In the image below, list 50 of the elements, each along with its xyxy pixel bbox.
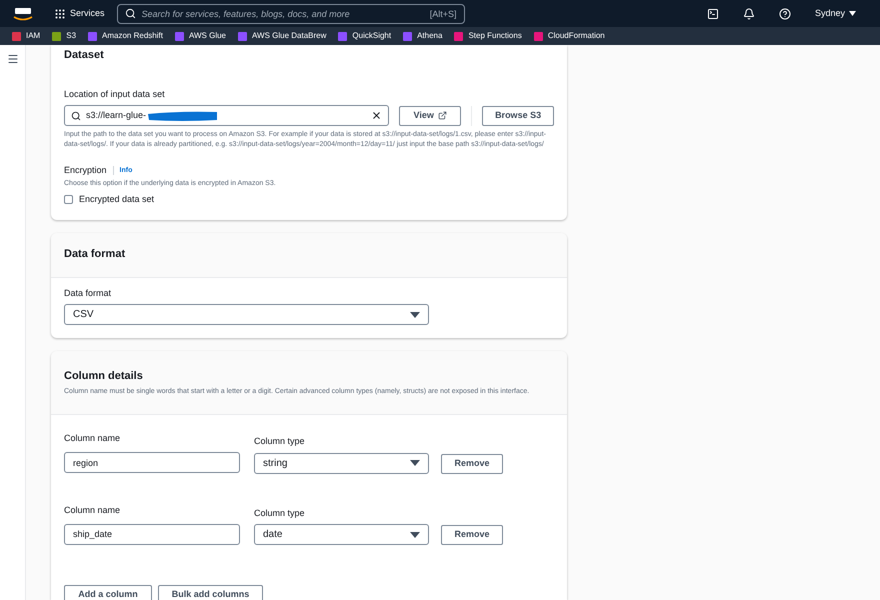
caret-icon: [410, 532, 420, 538]
column-type-select[interactable]: date: [254, 524, 429, 545]
remove-button[interactable]: Remove: [441, 525, 503, 545]
favorite-link[interactable]: QuickSight: [338, 30, 392, 42]
field-label: Encryption: [64, 164, 107, 177]
favorite-link[interactable]: Amazon Redshift: [88, 30, 163, 42]
field-label: Column name: [64, 432, 122, 445]
column-name-field[interactable]: region: [64, 452, 240, 473]
card-title: Data format: [64, 247, 126, 262]
favorite-link[interactable]: Athena: [403, 30, 442, 42]
caret-icon: [849, 11, 856, 16]
add-column-button[interactable]: Add a column: [64, 585, 152, 600]
services-menu[interactable]: Services: [54, 6, 105, 20]
remove-button[interactable]: Remove: [441, 454, 503, 474]
external-link-icon: [438, 111, 447, 120]
menu-icon[interactable]: [6, 53, 18, 65]
terminal-icon[interactable]: [706, 8, 719, 20]
favorite-link[interactable]: AWS Glue DataBrew: [238, 30, 326, 42]
field-label: Column type: [254, 506, 306, 520]
search-icon: [71, 110, 81, 120]
checkbox[interactable]: [64, 195, 73, 204]
clear-icon[interactable]: [371, 110, 382, 121]
card-title: Column details: [64, 368, 144, 384]
favorite-link[interactable]: IAM: [12, 30, 40, 42]
help-icon[interactable]: [778, 8, 791, 20]
search-icon: [124, 8, 136, 18]
favorite-link[interactable]: CloudFormation: [534, 30, 605, 42]
field-label: Location of input data set: [64, 88, 166, 101]
browse-button[interactable]: Browse S3: [482, 106, 554, 126]
favorite-link[interactable]: Step Functions: [454, 30, 522, 42]
checkbox-label: Encrypted data set: [79, 193, 154, 206]
format-select[interactable]: CSV: [64, 304, 429, 325]
region-menu[interactable]: Sydney: [814, 6, 856, 20]
favorite-link[interactable]: AWS Glue: [174, 30, 226, 42]
field-label: Data format: [64, 286, 112, 300]
field-label: Column name: [64, 504, 122, 516]
grid-icon: [54, 8, 66, 20]
view-button[interactable]: View: [399, 106, 462, 126]
card-title: Dataset: [64, 48, 105, 63]
location-field[interactable]: s3://learn-glue-: [64, 105, 390, 126]
caret-icon: [410, 460, 420, 466]
favorite-link[interactable]: S3: [52, 30, 76, 42]
bulk-add-button[interactable]: Bulk add columns: [158, 585, 263, 600]
location-value: s3://learn-glue-: [86, 108, 146, 122]
column-name-field[interactable]: ship_date: [64, 524, 240, 544]
caret-icon: [410, 312, 420, 318]
field-label: Column type: [254, 435, 306, 448]
bell-icon[interactable]: [742, 8, 755, 20]
column-type-select[interactable]: string: [254, 452, 429, 474]
shortcut-hint: [Alt+S]: [430, 8, 457, 21]
